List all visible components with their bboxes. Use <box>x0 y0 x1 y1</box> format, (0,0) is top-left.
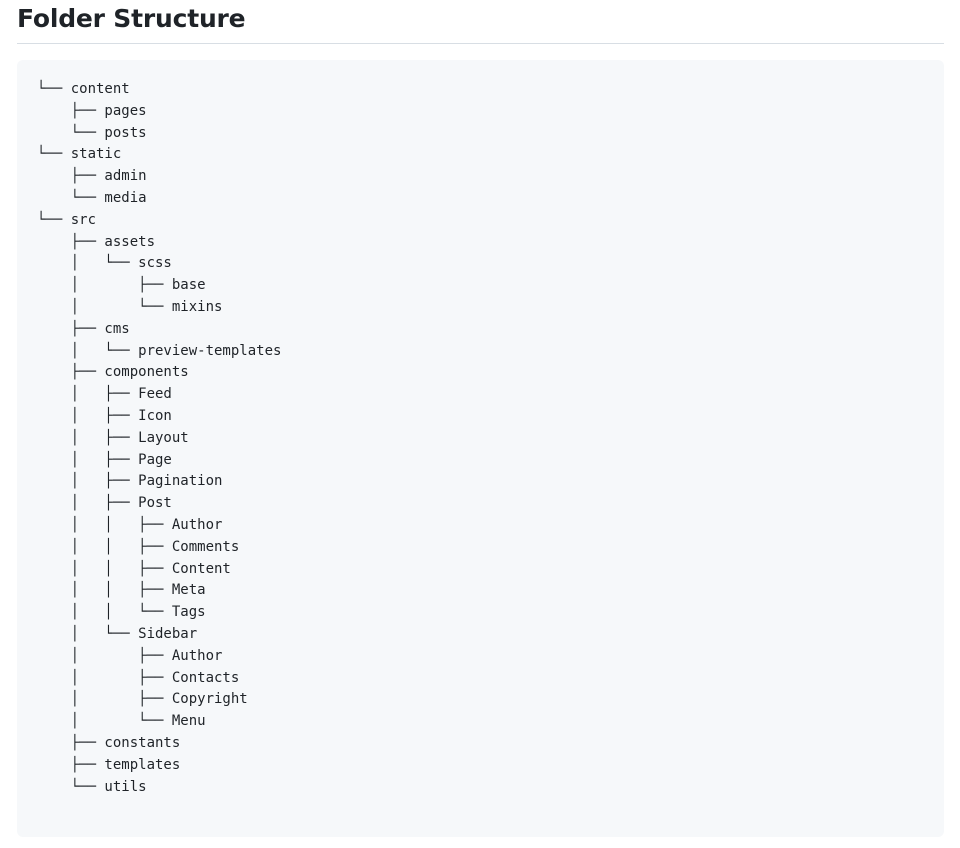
tree-line: │ ├── Icon <box>37 407 172 424</box>
tree-line: └── src <box>37 211 97 228</box>
tree-line: │ │ └── Tags <box>37 604 206 621</box>
tree-line: │ ├── Layout <box>37 429 189 446</box>
tree-line: ├── templates <box>37 756 181 773</box>
tree-line: │ ├── Page <box>37 451 172 468</box>
tree-line: ├── admin <box>37 168 147 185</box>
code-block: └── content ├── pages └── posts └── stati… <box>17 60 944 837</box>
tree-line: │ └── scss <box>37 255 172 272</box>
tree-line: │ ├── Copyright <box>37 691 248 708</box>
tree-line: │ └── mixins <box>37 298 223 315</box>
folder-tree: └── content ├── pages └── posts └── stati… <box>37 79 944 798</box>
tree-line: ├── constants <box>37 734 181 751</box>
tree-line: ├── assets <box>37 233 156 250</box>
page-title: Folder Structure <box>17 4 246 33</box>
tree-line: │ ├── Pagination <box>37 473 223 490</box>
tree-line: └── content <box>37 81 130 97</box>
tree-line: │ ├── Contacts <box>37 669 240 686</box>
tree-line: │ │ ├── Comments <box>37 538 240 555</box>
tree-line: │ └── Sidebar <box>37 625 198 642</box>
tree-line: └── static <box>37 146 122 163</box>
tree-line: │ ├── Author <box>37 647 223 664</box>
tree-line: ├── cms <box>37 320 130 337</box>
tree-line: │ ├── Feed <box>37 386 172 403</box>
tree-line: │ ├── Post <box>37 495 172 512</box>
section-heading: Folder Structure <box>17 0 944 44</box>
tree-line: └── media <box>37 189 147 206</box>
tree-line: │ └── preview-templates <box>37 342 282 359</box>
tree-line: │ │ ├── Content <box>37 560 231 577</box>
tree-line: │ ├── base <box>37 277 206 294</box>
tree-line: └── utils <box>37 778 147 795</box>
tree-line: └── posts <box>37 124 147 141</box>
tree-line: │ └── Menu <box>37 713 206 730</box>
tree-line: │ │ ├── Meta <box>37 582 206 599</box>
tree-line: │ │ ├── Author <box>37 516 223 533</box>
tree-line: ├── components <box>37 364 189 381</box>
tree-line: ├── pages <box>37 102 147 119</box>
